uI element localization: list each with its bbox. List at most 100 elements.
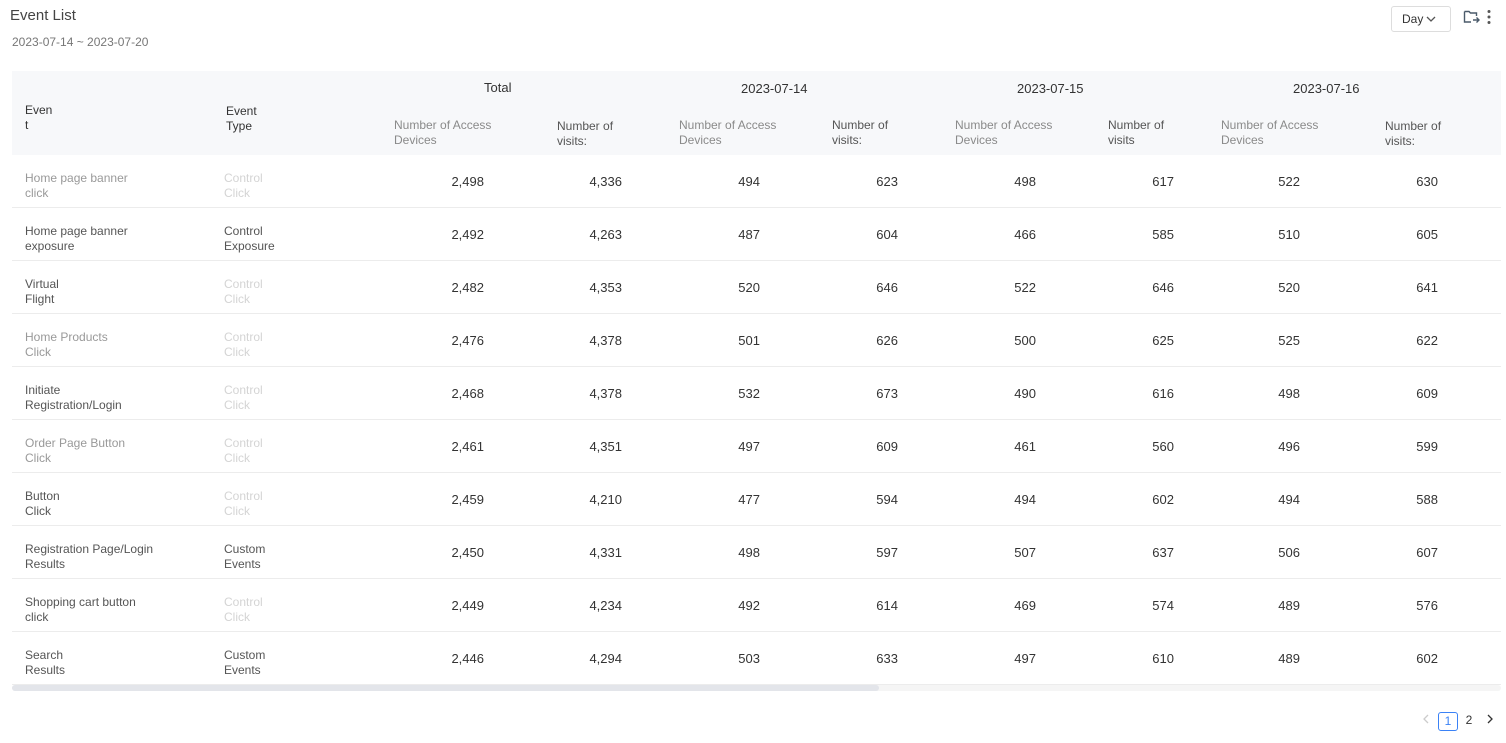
value-cell: 4,336: [589, 174, 622, 189]
value-cell: 4,353: [589, 280, 622, 295]
granularity-select[interactable]: Day: [1391, 6, 1451, 32]
value-cell: 560: [1152, 439, 1174, 454]
event-type-cell: Custom Events: [224, 542, 266, 571]
value-cell: 673: [876, 386, 898, 401]
value-cell: 617: [1152, 174, 1174, 189]
column-header-access-devices[interactable]: Number of Access Devices: [679, 118, 776, 148]
event-type-cell: Control Click: [224, 383, 263, 412]
event-name-cell: Home Products Click: [25, 330, 108, 359]
value-cell: 2,468: [451, 386, 484, 401]
table-row[interactable]: Home page banner click Control Click 2,498…: [12, 155, 1501, 208]
value-cell: 4,351: [589, 439, 622, 454]
value-cell: 610: [1152, 651, 1174, 666]
value-cell: 602: [1152, 492, 1174, 507]
table-row[interactable]: Shopping cart button click Control Click 2…: [12, 579, 1501, 632]
event-name-cell: Registration Page/Login Results: [25, 542, 154, 571]
value-cell: 4,263: [589, 227, 622, 242]
column-header-access-devices[interactable]: Number of Access Devices: [1221, 118, 1318, 148]
group-header-date: 2023-07-16: [1293, 81, 1360, 96]
value-cell: 646: [876, 280, 898, 295]
value-cell: 4,378: [589, 386, 622, 401]
page-button[interactable]: 2: [1459, 712, 1479, 731]
value-cell: 2,459: [451, 492, 484, 507]
value-cell: 646: [1152, 280, 1174, 295]
column-header-event-type[interactable]: Event Type: [226, 104, 257, 134]
value-cell: 622: [1416, 333, 1438, 348]
event-name-cell: Home page banner click: [25, 171, 128, 200]
value-cell: 4,234: [589, 598, 622, 613]
value-cell: 2,450: [451, 545, 484, 560]
table-row[interactable]: Initiate Registration/Login Control Click…: [12, 367, 1501, 420]
value-cell: 585: [1152, 227, 1174, 242]
value-cell: 2,449: [451, 598, 484, 613]
event-type-cell: Control Click: [224, 330, 263, 359]
table-row[interactable]: Virtual Flight Control Click 2,482 4,353 520…: [12, 261, 1501, 314]
event-type-cell: Control Click: [224, 595, 263, 624]
value-cell: 522: [1014, 280, 1036, 295]
page-button[interactable]: 1: [1438, 712, 1458, 731]
column-header-event[interactable]: Even t: [25, 103, 52, 133]
value-cell: 532: [738, 386, 760, 401]
table-header: Even t Event Type Total 2023-07-14 2023-…: [12, 71, 1501, 155]
value-cell: 506: [1278, 545, 1300, 560]
event-name-cell: Search Results: [25, 648, 66, 677]
value-cell: 510: [1278, 227, 1300, 242]
column-header-visits[interactable]: Number of visits:: [832, 118, 888, 148]
event-type-cell: Control Exposure: [224, 224, 275, 253]
column-header-visits[interactable]: Number of visits:: [1385, 119, 1441, 149]
value-cell: 466: [1014, 227, 1036, 242]
table-row[interactable]: Button Click Control Click 2,459 4,210 477 59…: [12, 473, 1501, 526]
value-cell: 498: [1014, 174, 1036, 189]
value-cell: 609: [876, 439, 898, 454]
column-header-access-devices[interactable]: Number of Access Devices: [394, 118, 491, 148]
value-cell: 490: [1014, 386, 1036, 401]
value-cell: 626: [876, 333, 898, 348]
value-cell: 525: [1278, 333, 1300, 348]
chevron-right-icon[interactable]: [1485, 713, 1495, 728]
value-cell: 503: [738, 651, 760, 666]
event-type-cell: Control Click: [224, 489, 263, 518]
date-range: 2023-07-14 ~ 2023-07-20: [12, 35, 149, 49]
value-cell: 599: [1416, 439, 1438, 454]
table-row[interactable]: Home Products Click Control Click 2,476 4,3…: [12, 314, 1501, 367]
value-cell: 487: [738, 227, 760, 242]
table-row[interactable]: Search Results Custom Events 2,446 4,294 503…: [12, 632, 1501, 685]
value-cell: 588: [1416, 492, 1438, 507]
value-cell: 604: [876, 227, 898, 242]
folder-export-icon[interactable]: [1463, 9, 1480, 29]
column-header-access-devices[interactable]: Number of Access Devices: [955, 118, 1052, 148]
value-cell: 602: [1416, 651, 1438, 666]
value-cell: 623: [876, 174, 898, 189]
value-cell: 469: [1014, 598, 1036, 613]
value-cell: 461: [1014, 439, 1036, 454]
value-cell: 522: [1278, 174, 1300, 189]
event-type-cell: Custom Events: [224, 648, 266, 677]
chevron-down-icon: [1425, 13, 1437, 28]
value-cell: 637: [1152, 545, 1174, 560]
table-row[interactable]: Registration Page/Login Results Custom Ev…: [12, 526, 1501, 579]
value-cell: 630: [1416, 174, 1438, 189]
value-cell: 477: [738, 492, 760, 507]
chevron-left-icon[interactable]: [1421, 713, 1431, 728]
more-vertical-icon[interactable]: [1485, 9, 1493, 30]
table-row[interactable]: Order Page Button Click Control Click 2,46…: [12, 420, 1501, 473]
column-header-visits[interactable]: Number of visits: [1108, 118, 1164, 148]
group-header-total: Total: [484, 80, 512, 95]
event-name-cell: Shopping cart button click: [25, 595, 136, 624]
group-header-date: 2023-07-14: [741, 81, 808, 96]
value-cell: 574: [1152, 598, 1174, 613]
column-header-visits[interactable]: Number of visits:: [557, 119, 613, 149]
value-cell: 489: [1278, 598, 1300, 613]
event-type-cell: Control Click: [224, 277, 263, 306]
event-name-cell: Initiate Registration/Login: [25, 383, 122, 412]
value-cell: 641: [1416, 280, 1438, 295]
value-cell: 625: [1152, 333, 1174, 348]
scrollbar-thumb[interactable]: [12, 685, 879, 691]
event-type-cell: Control Click: [224, 171, 263, 200]
horizontal-scrollbar[interactable]: [12, 685, 1501, 691]
event-name-cell: Home page banner exposure: [25, 224, 128, 253]
value-cell: 496: [1278, 439, 1300, 454]
table-row[interactable]: Home page banner exposure Control Exposur…: [12, 208, 1501, 261]
value-cell: 2,446: [451, 651, 484, 666]
page-title: Event List: [10, 7, 76, 24]
